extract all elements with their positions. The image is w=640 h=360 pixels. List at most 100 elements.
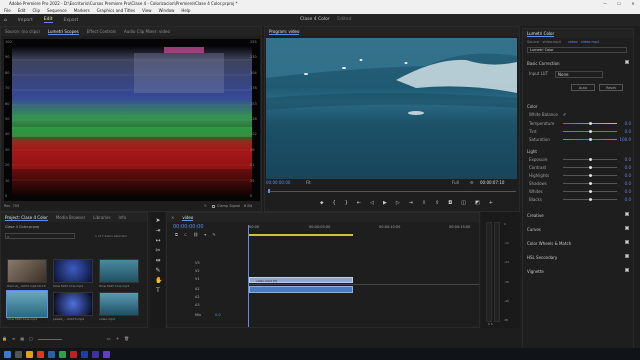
tab-lumetri-color[interactable]: Lumetri Color xyxy=(527,31,555,37)
vignette-checkbox[interactable] xyxy=(625,268,629,272)
wrench-icon[interactable]: ✎ xyxy=(204,204,207,208)
exposure-knob[interactable] xyxy=(589,157,592,161)
video-clip[interactable]: video.mp4 [V] xyxy=(249,277,353,283)
menu-file[interactable]: File xyxy=(4,7,11,14)
curves-checkbox[interactable] xyxy=(625,226,629,230)
go-to-out-icon[interactable]: ⇥ xyxy=(409,200,413,206)
reset-button[interactable]: Reset xyxy=(599,84,623,91)
auto-button[interactable]: Auto xyxy=(571,84,595,91)
hsl-secondary-checkbox[interactable] xyxy=(625,254,629,258)
slip-icon[interactable]: ⇹ xyxy=(155,258,161,264)
track-select-icon[interactable]: ⇥ xyxy=(155,228,161,234)
pen-icon[interactable]: ✎ xyxy=(155,268,161,274)
lock-icon[interactable]: 🔒 xyxy=(2,336,7,344)
audio-clip[interactable] xyxy=(249,286,353,293)
close-tab-icon[interactable]: ✕ xyxy=(171,215,174,220)
search-taskbar-icon[interactable] xyxy=(15,350,22,358)
vr-icon[interactable]: ◩ xyxy=(475,200,480,206)
mix-value[interactable]: 0.0 xyxy=(215,313,221,317)
menu-edit[interactable]: Edit xyxy=(18,7,26,14)
explorer-icon[interactable] xyxy=(26,350,33,358)
menu-help[interactable]: Help xyxy=(181,7,190,14)
zoom-slider[interactable] xyxy=(37,339,62,340)
spotify-icon[interactable] xyxy=(59,350,66,358)
add-marker-icon[interactable]: ⬥ xyxy=(320,200,324,206)
after-effects-icon[interactable] xyxy=(92,350,99,358)
track-a2[interactable]: A2 xyxy=(195,295,200,299)
menu-view[interactable]: View xyxy=(142,7,152,14)
start-icon[interactable] xyxy=(4,350,11,358)
wrench-icon[interactable]: ✎ xyxy=(212,232,215,237)
list-view-icon[interactable]: ≡ xyxy=(12,336,15,344)
selected-sequence-thumb[interactable] xyxy=(6,290,48,318)
program-video-frame[interactable] xyxy=(266,38,517,179)
minimize-button[interactable]: — xyxy=(598,0,612,7)
shadows-slider[interactable] xyxy=(563,181,617,185)
tab-libraries[interactable]: Libraries xyxy=(93,215,110,220)
home-icon[interactable]: ⌂ xyxy=(4,18,7,23)
tab-project[interactable]: Project: Clase 4 Color xyxy=(5,215,48,221)
tab-export[interactable]: Export xyxy=(64,18,79,23)
new-bin-icon[interactable]: ▭ xyxy=(107,336,111,344)
extract-icon[interactable]: ⇪ xyxy=(435,200,439,206)
playhead-marker[interactable] xyxy=(268,189,270,193)
freeform-view-icon[interactable]: ▢ xyxy=(29,336,33,344)
type-icon[interactable]: T xyxy=(155,288,161,294)
razor-icon[interactable]: ✂ xyxy=(155,248,161,254)
add-button-icon[interactable]: + xyxy=(489,200,493,206)
project-item-thumb[interactable] xyxy=(7,259,47,283)
selection-tool-icon[interactable]: ➤ xyxy=(155,218,161,224)
step-forward-icon[interactable]: ▷ xyxy=(396,200,400,206)
eyedropper-icon[interactable]: ✐ xyxy=(563,112,566,117)
track-a3[interactable]: A3 xyxy=(195,303,200,307)
premiere-icon[interactable] xyxy=(103,350,110,358)
tab-import[interactable]: Import xyxy=(18,18,33,23)
menu-graphics[interactable]: Graphics and Titles xyxy=(97,7,135,14)
ripple-edit-icon[interactable]: ↔ xyxy=(155,238,161,244)
camera-icon[interactable]: ◘ xyxy=(448,200,452,206)
blacks-knob[interactable] xyxy=(589,197,592,201)
go-to-in-icon[interactable]: ⇤ xyxy=(357,200,361,206)
tab-audio-clip-mixer[interactable]: Audio Clip Mixer: video xyxy=(124,29,170,34)
blacks-slider[interactable] xyxy=(563,197,617,201)
tab-edit[interactable]: Edit xyxy=(43,17,53,23)
tab-lumetri-scopes[interactable]: Lumetri Scopes xyxy=(47,29,79,35)
fit-dropdown[interactable]: Fit xyxy=(306,180,311,185)
mark-in-icon[interactable]: { xyxy=(333,200,336,206)
program-scrub-bar[interactable] xyxy=(268,189,516,193)
program-timecode[interactable]: 00:00:00:00 xyxy=(266,180,290,185)
project-item-thumb[interactable] xyxy=(53,292,93,316)
timeline-timecode[interactable]: 00:00:00:00 xyxy=(173,224,204,230)
color-wheels-section[interactable]: Color Wheels & Match xyxy=(527,241,571,246)
hand-icon[interactable]: ✋ xyxy=(155,278,162,284)
hsl-secondary-section[interactable]: HSL Secondary xyxy=(527,255,557,260)
saturation-slider[interactable] xyxy=(563,137,617,141)
browser-icon[interactable] xyxy=(37,350,44,358)
temperature-slider[interactable] xyxy=(563,121,617,125)
whites-knob[interactable] xyxy=(589,189,592,193)
marker-icon[interactable]: ▾ xyxy=(204,232,206,237)
shadows-knob[interactable] xyxy=(589,181,592,185)
menu-window[interactable]: Window xyxy=(159,7,175,14)
close-button[interactable]: ✕ xyxy=(626,0,640,7)
contrast-slider[interactable] xyxy=(563,165,617,169)
creative-checkbox[interactable] xyxy=(625,212,629,216)
compare-icon[interactable]: ◫ xyxy=(461,200,466,206)
solo-buttons[interactable]: S S xyxy=(488,322,493,326)
menu-sequence[interactable]: Sequence xyxy=(47,7,67,14)
creative-section[interactable]: Creative xyxy=(527,213,544,218)
work-area-bar[interactable] xyxy=(249,234,353,236)
bit-depth-label[interactable]: 8 Bit xyxy=(244,204,252,208)
icon-view-icon[interactable]: ▦ xyxy=(20,336,24,344)
track-v1[interactable]: V1 xyxy=(195,277,200,281)
project-search-input[interactable]: ⌕ xyxy=(5,233,75,239)
word-icon[interactable] xyxy=(48,350,55,358)
color-wheels-checkbox[interactable] xyxy=(625,240,629,244)
nest-icon[interactable]: ⧉ xyxy=(175,232,178,237)
track-v3[interactable]: V3 xyxy=(195,261,200,265)
trash-icon[interactable]: 🗑 xyxy=(124,336,129,344)
play-icon[interactable]: ▶ xyxy=(383,200,387,206)
timeline-playhead[interactable] xyxy=(248,225,249,327)
mark-out-icon[interactable]: } xyxy=(345,200,348,206)
timeline-ruler[interactable]: 00:00 00:00:05:00 00:00:10:00 00:00:15:0… xyxy=(249,225,479,233)
